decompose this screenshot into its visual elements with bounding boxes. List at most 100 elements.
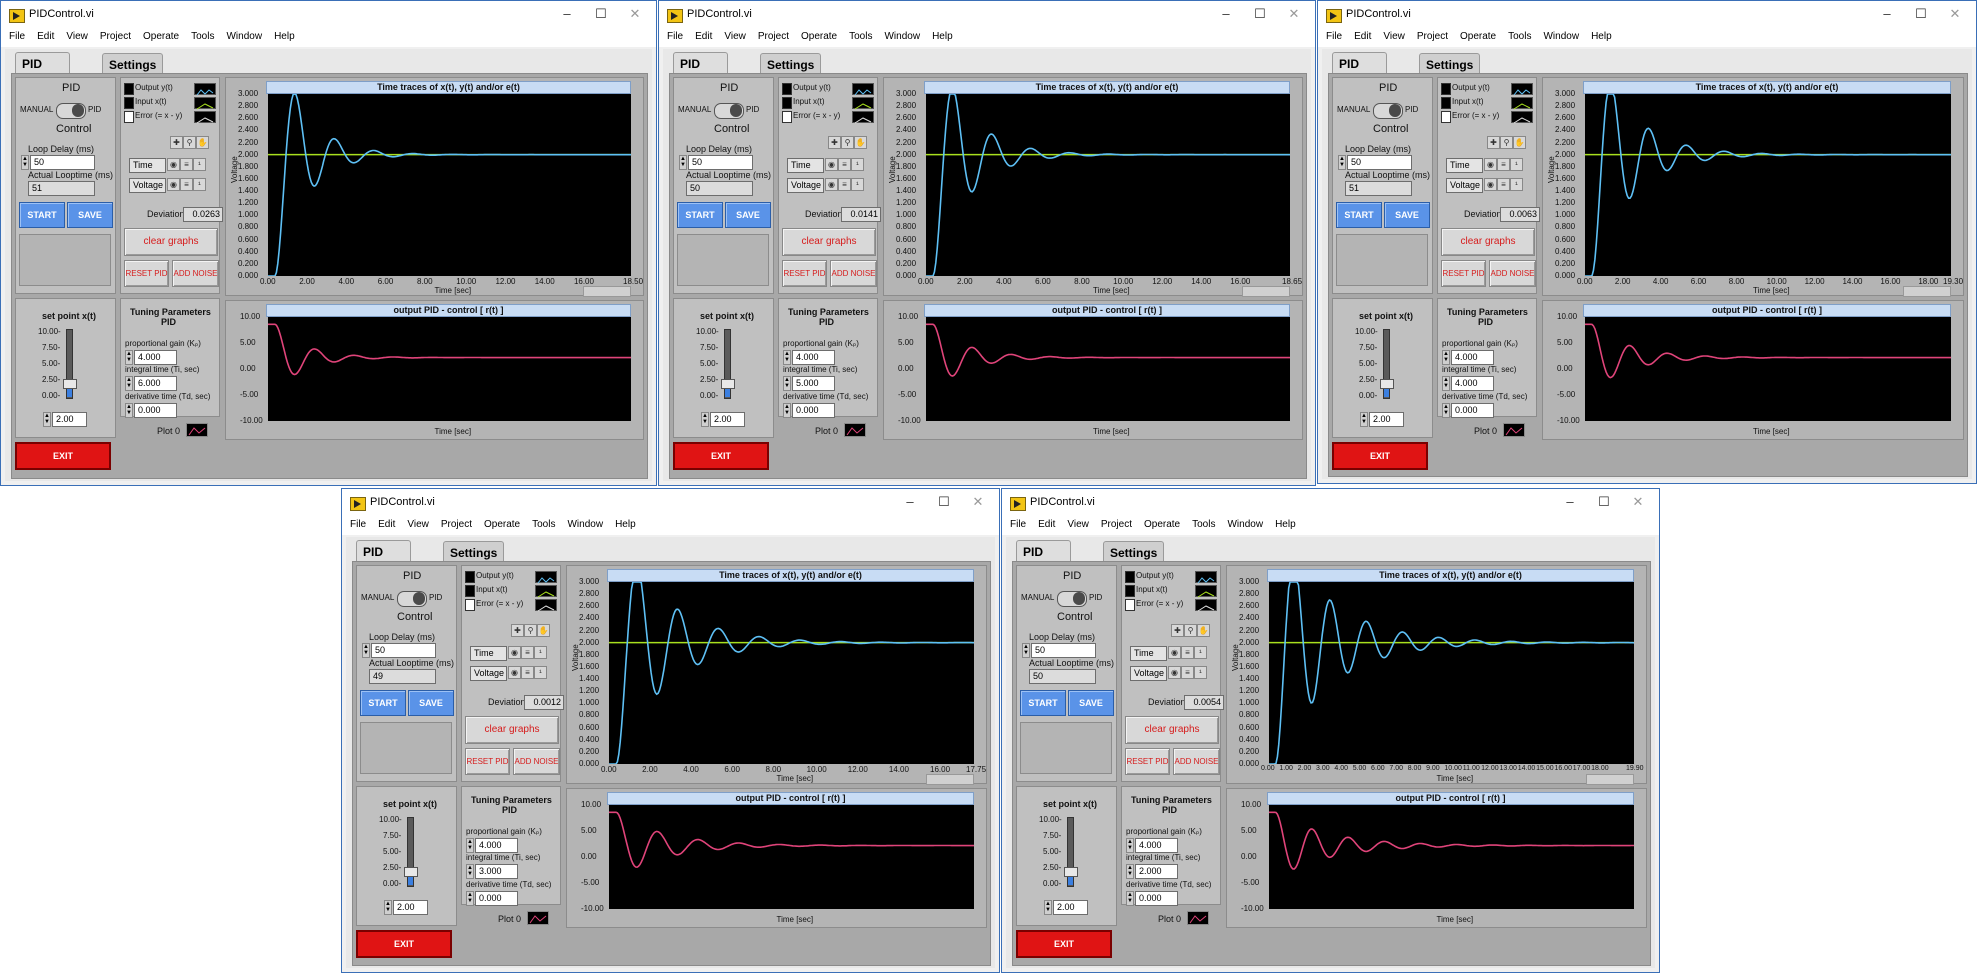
lock-icon[interactable]: ◉	[167, 158, 180, 171]
save-button[interactable]: SAVE	[1068, 690, 1114, 716]
td-field[interactable]: 0.000	[1451, 403, 1494, 418]
reset-pid-button[interactable]: RESET PID	[1125, 748, 1170, 775]
pan-tool-icon[interactable]: ✋	[854, 136, 867, 149]
lock-icon[interactable]: ◉	[1484, 158, 1497, 171]
manual-pid-toggle[interactable]	[714, 103, 744, 119]
kp-spinner[interactable]: ▲ ▼	[125, 350, 133, 365]
cursor-tool-icon[interactable]: ✚	[170, 136, 183, 149]
maximize-icon[interactable]: ☐	[1247, 5, 1273, 23]
td-field[interactable]: 0.000	[134, 403, 177, 418]
legend-line-icon[interactable]	[852, 83, 874, 96]
menu-operate[interactable]: Operate	[1452, 29, 1500, 42]
clear-graphs-button[interactable]: clear graphs	[1125, 716, 1219, 744]
clear-graphs-button[interactable]: clear graphs	[124, 228, 218, 256]
clear-graphs-button[interactable]: clear graphs	[782, 228, 876, 256]
loop-delay-field[interactable]: 50	[1347, 155, 1412, 170]
reset-pid-button[interactable]: RESET PID	[124, 260, 169, 287]
legend-line-icon[interactable]	[1195, 585, 1217, 598]
cursor-tool-icon[interactable]: ✚	[828, 136, 841, 149]
pan-tool-icon[interactable]: ✋	[537, 624, 550, 637]
legend-line-icon[interactable]	[1511, 83, 1533, 96]
save-button[interactable]: SAVE	[1384, 202, 1430, 228]
ti-spinner[interactable]: ▲ ▼	[1126, 864, 1134, 879]
legend-error-check[interactable]	[465, 599, 475, 611]
legend-line-icon[interactable]	[1195, 599, 1217, 612]
legend-line-icon[interactable]	[852, 97, 874, 110]
lock-icon[interactable]: ◉	[1168, 666, 1181, 679]
save-button[interactable]: SAVE	[408, 690, 454, 716]
td-field[interactable]: 0.000	[1135, 891, 1178, 906]
zoom-tool-icon[interactable]: ⚲	[524, 624, 537, 637]
format-icon[interactable]: ≡	[521, 666, 534, 679]
menu-operate[interactable]: Operate	[476, 517, 524, 530]
td-spinner[interactable]: ▲ ▼	[1126, 891, 1134, 906]
td-spinner[interactable]: ▲ ▼	[466, 891, 474, 906]
exit-button[interactable]: EXIT	[356, 930, 452, 958]
menu-view[interactable]: View	[1375, 29, 1409, 42]
close-icon[interactable]: ✕	[1625, 493, 1651, 511]
maximize-icon[interactable]: ☐	[1591, 493, 1617, 511]
format-icon[interactable]: ≡	[1181, 646, 1194, 659]
legend-error-check[interactable]	[1441, 111, 1451, 123]
td-spinner[interactable]: ▲ ▼	[1442, 403, 1450, 418]
menu-file[interactable]: File	[1002, 517, 1030, 530]
lock-icon[interactable]: ◉	[508, 646, 521, 659]
format-icon[interactable]: ¹	[193, 178, 206, 191]
add-noise-button[interactable]: ADD NOISE	[1489, 260, 1536, 287]
legend-line-icon[interactable]	[1195, 571, 1217, 584]
set-point-field[interactable]: 2.00	[52, 412, 87, 427]
legend-input-check[interactable]	[782, 97, 792, 109]
menu-operate[interactable]: Operate	[135, 29, 183, 42]
format-icon[interactable]: ≡	[521, 646, 534, 659]
menu-help[interactable]: Help	[1583, 29, 1616, 42]
lock-icon[interactable]: ◉	[508, 666, 521, 679]
legend-line-icon[interactable]	[186, 423, 208, 437]
format-icon[interactable]: ¹	[1194, 646, 1207, 659]
format-icon[interactable]: ≡	[1497, 178, 1510, 191]
menu-edit[interactable]: Edit	[1346, 29, 1375, 42]
legend-line-icon[interactable]	[194, 97, 216, 110]
kp-field[interactable]: 4.000	[792, 350, 835, 365]
graph1-scrollbar[interactable]	[926, 774, 974, 785]
ti-spinner[interactable]: ▲ ▼	[466, 864, 474, 879]
kp-field[interactable]: 4.000	[1451, 350, 1494, 365]
maximize-icon[interactable]: ☐	[1908, 5, 1934, 23]
zoom-tool-icon[interactable]: ⚲	[1500, 136, 1513, 149]
set-point-field[interactable]: 2.00	[393, 900, 428, 915]
ti-field[interactable]: 2.000	[1135, 864, 1178, 879]
reset-pid-button[interactable]: RESET PID	[465, 748, 510, 775]
cursor-tool-icon[interactable]: ✚	[1487, 136, 1500, 149]
graph1-scrollbar[interactable]	[583, 286, 631, 297]
lock-icon[interactable]: ◉	[1484, 178, 1497, 191]
menu-edit[interactable]: Edit	[687, 29, 716, 42]
format-icon[interactable]: ¹	[534, 666, 547, 679]
menu-tools[interactable]: Tools	[524, 517, 559, 530]
kp-spinner[interactable]: ▲ ▼	[783, 350, 791, 365]
format-icon[interactable]: ≡	[180, 178, 193, 191]
menu-help[interactable]: Help	[924, 29, 957, 42]
menu-tools[interactable]: Tools	[1184, 517, 1219, 530]
menu-window[interactable]: Window	[1535, 29, 1583, 42]
format-icon[interactable]: ¹	[851, 178, 864, 191]
menu-project[interactable]: Project	[1409, 29, 1452, 42]
lock-icon[interactable]: ◉	[825, 158, 838, 171]
zoom-tool-icon[interactable]: ⚲	[841, 136, 854, 149]
format-icon[interactable]: ≡	[838, 178, 851, 191]
graph1-plot[interactable]	[1585, 93, 1951, 277]
clear-graphs-button[interactable]: clear graphs	[465, 716, 559, 744]
legend-output-check[interactable]	[465, 571, 475, 583]
lock-icon[interactable]: ◉	[167, 178, 180, 191]
menu-edit[interactable]: Edit	[29, 29, 58, 42]
kp-field[interactable]: 4.000	[475, 838, 518, 853]
menu-tools[interactable]: Tools	[841, 29, 876, 42]
zoom-tool-icon[interactable]: ⚲	[183, 136, 196, 149]
menu-project[interactable]: Project	[433, 517, 476, 530]
set-point-spinner[interactable]: ▲ ▼	[43, 412, 51, 427]
menu-file[interactable]: File	[342, 517, 370, 530]
add-noise-button[interactable]: ADD NOISE	[513, 748, 560, 775]
legend-line-icon[interactable]	[535, 571, 557, 584]
legend-line-icon[interactable]	[535, 599, 557, 612]
add-noise-button[interactable]: ADD NOISE	[172, 260, 219, 287]
cursor-tool-icon[interactable]: ✚	[1171, 624, 1184, 637]
ti-spinner[interactable]: ▲ ▼	[783, 376, 791, 391]
